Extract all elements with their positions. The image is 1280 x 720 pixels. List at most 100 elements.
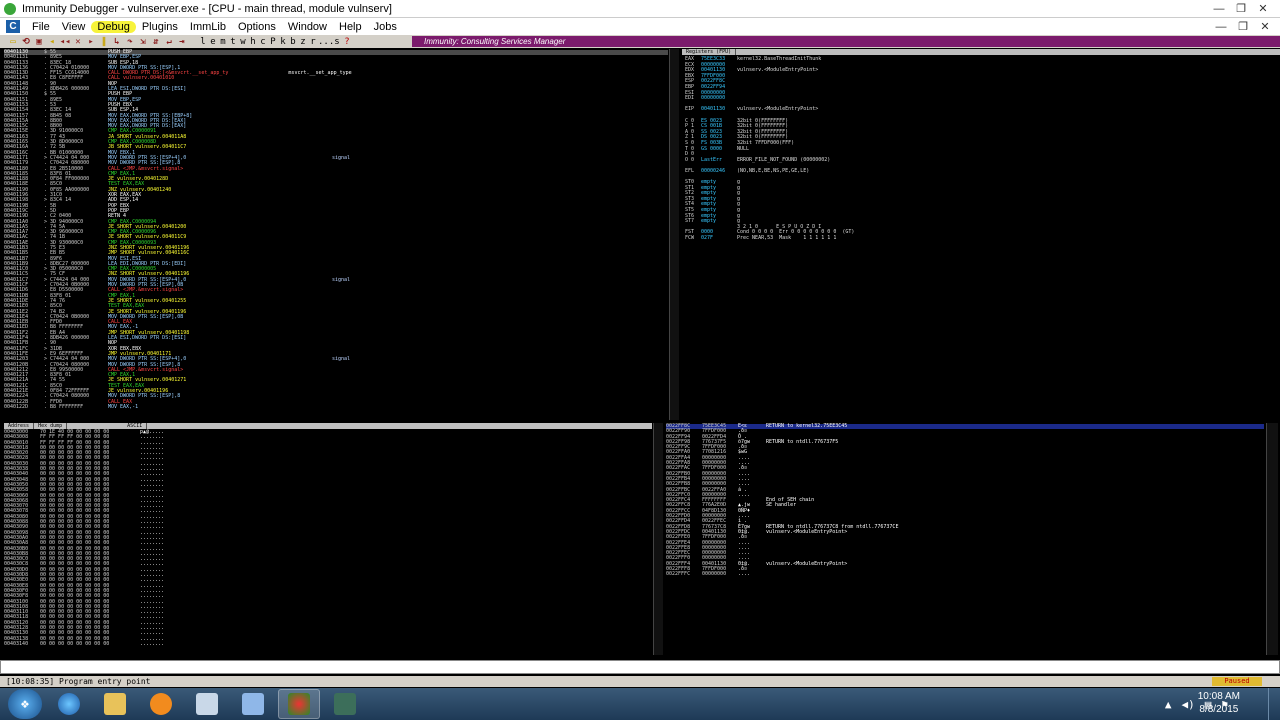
pause-icon[interactable]: ∥: [99, 37, 109, 47]
cpu-window-icon[interactable]: C: [6, 20, 20, 33]
register-comment: kernel32.BaseThreadInitThunk: [737, 56, 822, 62]
memory-dump-pane[interactable]: Address Hex dump ASCII 00403000 70 1E 40 …: [4, 423, 652, 655]
toolbar-memory-button[interactable]: m: [218, 37, 228, 47]
dump-row[interactable]: 00403140 00 00 00 00 00 00 00 00........: [4, 640, 652, 647]
trace-over-icon[interactable]: ⇵: [151, 37, 161, 47]
taskbar-media-player[interactable]: [140, 689, 182, 719]
toolbar-help-button[interactable]: ?: [342, 37, 352, 47]
disasm-address: 0040122D: [4, 403, 29, 410]
toolbar-log-button[interactable]: l: [198, 37, 208, 47]
taskbar-notepad[interactable]: [232, 689, 274, 719]
menu-options[interactable]: Options: [232, 21, 282, 33]
rewind-icon[interactable]: ◂: [47, 37, 57, 47]
status-message: [10:08:35] Program entry point: [6, 677, 151, 686]
menu-jobs[interactable]: Jobs: [368, 21, 403, 33]
menu-file[interactable]: File: [26, 21, 56, 33]
mdi-close-button[interactable]: ✕: [1254, 20, 1276, 34]
step-into-icon[interactable]: ↳: [112, 37, 122, 47]
toolbar-callstack-button[interactable]: k: [278, 37, 288, 47]
taskbar-immunity-debugger[interactable]: [278, 689, 320, 719]
register-value: 027F: [701, 235, 714, 241]
toolbar-windows-button[interactable]: w: [238, 37, 248, 47]
stack-scrollbar[interactable]: [1266, 423, 1278, 655]
stop-icon[interactable]: ✕: [73, 37, 83, 47]
menu-immlib[interactable]: ImmLib: [184, 21, 232, 33]
toolbar-patches-button[interactable]: P: [268, 37, 278, 47]
toolbar-z-button[interactable]: z: [298, 37, 308, 47]
internet-explorer-icon: [58, 693, 80, 715]
mdi-restore-button[interactable]: ❐: [1232, 20, 1254, 34]
stack-lines: 0022FF8C 75EE3C45 E<ε RETURN to kernel32.75…: [666, 423, 1264, 578]
close-button[interactable]: ✕: [1252, 2, 1274, 16]
toolbar-cpu-button[interactable]: c: [258, 37, 268, 47]
menu-debug[interactable]: Debug: [91, 20, 136, 33]
menu-bar: C File View Debug Plugins ImmLib Options…: [0, 18, 1280, 35]
registers-pane[interactable]: Registers (FPU) EAX 75EE3C33 kernel32.Base…: [682, 49, 1280, 420]
restart-icon[interactable]: ⟲: [21, 37, 31, 47]
stack-comment: RETURN to kernel32.75EE3C45: [766, 423, 848, 429]
stack-comment: RETURN to ntdll.776737F5: [766, 438, 839, 445]
disassembly-scrollbar[interactable]: [669, 49, 679, 420]
run-back-icon[interactable]: ◂◂: [60, 37, 71, 47]
show-desktop-button[interactable]: [1268, 688, 1280, 720]
dump-lines: 00403000 70 1E 40 00 00 00 00 00 p▲@..... 0…: [4, 429, 652, 647]
signal-label: signal: [332, 276, 351, 283]
window-controls: — ❐ ✕: [1208, 2, 1274, 16]
volume-icon[interactable]: ◀): [1182, 698, 1195, 711]
taskbar-vulnserver[interactable]: [324, 689, 366, 719]
minimize-button[interactable]: —: [1208, 2, 1230, 16]
toolbar-run-trace-button[interactable]: ...: [318, 37, 334, 47]
maximize-button[interactable]: ❐: [1230, 2, 1252, 16]
menu-window[interactable]: Window: [282, 21, 333, 33]
run-icon[interactable]: ▸: [86, 37, 96, 47]
stack-value: 00000000: [702, 571, 727, 578]
disasm-row[interactable]: 0040122D . B8 FFFFFFFF MOV EAX,-1: [4, 403, 668, 410]
stack-pane[interactable]: 0022FF8C 75EE3C45 E<ε RETURN to kernel32.75…: [666, 423, 1264, 655]
tray-expand-icon[interactable]: ▲: [1165, 698, 1172, 711]
toolbar-threads-button[interactable]: t: [228, 37, 238, 47]
command-input[interactable]: [0, 660, 1280, 674]
register-comment: vulnserv.<ModuleEntryPoint>: [737, 67, 819, 74]
stack-row[interactable]: 0022FFFC 00000000....: [666, 571, 1264, 578]
clock-date: 8/8/2015: [1199, 704, 1239, 715]
stack-ascii: ....: [738, 571, 751, 578]
registers-header: Registers (FPU): [686, 49, 737, 55]
toolbar-handles-button[interactable]: h: [248, 37, 258, 47]
disasm-hex: . B8 FFFFFFFF: [44, 403, 84, 410]
mdi-minimize-button[interactable]: —: [1210, 20, 1232, 34]
execute-till-return-icon[interactable]: ↵: [164, 37, 174, 47]
window-titlebar: Immunity Debugger - vulnserver.exe - [CP…: [0, 0, 1280, 18]
trace-into-icon[interactable]: ⇲: [138, 37, 148, 47]
register-comment: Prec NEAR,53 Mask 1 1 1 1 1 1: [737, 235, 837, 241]
console-window-icon: [334, 693, 356, 715]
menu-help[interactable]: Help: [333, 21, 368, 33]
open-file-icon[interactable]: ▭: [8, 37, 18, 47]
stack-address: 0022FFFC: [666, 571, 691, 578]
stack-comment: vulnserv.<ModuleEntryPoint>: [766, 560, 848, 567]
disassembly-lines: 00401130 $ 55 PUSH EBP 00401131. 89E5 MOV EB…: [4, 49, 668, 410]
disassembly-pane[interactable]: 00401130 $ 55 PUSH EBP 00401131. 89E5 MOV EB…: [4, 49, 668, 420]
dump-address: 00403140: [4, 640, 29, 647]
register-comment: (NO,NB,E,BE,NS,PE,GE,LE): [737, 167, 810, 174]
close-program-icon[interactable]: ▣: [34, 37, 44, 47]
windows-taskbar: ❖ ▲ ◀) ▤ ⚑ 10:08 AM 8/8/2015: [0, 688, 1280, 720]
toolbar-breakpoints-button[interactable]: b: [288, 37, 298, 47]
dump-scrollbar[interactable]: [653, 423, 663, 655]
disasm-instruction: MOV EAX,-1: [108, 403, 139, 410]
register-comment: ERROR_FILE_NOT_FOUND (00000002): [737, 156, 831, 163]
taskbar-internet-explorer[interactable]: [48, 689, 90, 719]
go-to-icon[interactable]: ⇥: [177, 37, 187, 47]
start-button[interactable]: ❖: [8, 689, 42, 719]
toolbar-references-button[interactable]: r: [308, 37, 318, 47]
step-over-icon[interactable]: ↷: [125, 37, 135, 47]
menu-view[interactable]: View: [56, 21, 92, 33]
toolbar-modules-button[interactable]: e: [208, 37, 218, 47]
taskbar-search-tool[interactable]: [186, 689, 228, 719]
clock-time: 10:08 AM: [1197, 691, 1240, 702]
register-name: FCW: [685, 235, 695, 241]
system-clock[interactable]: 10:08 AM 8/8/2015: [1198, 690, 1240, 716]
toolbar-source-button[interactable]: s: [332, 37, 342, 47]
register-row[interactable]: FCW 027F Prec NEAR,53 Mask 1 1 1 1 1 1: [685, 236, 1280, 242]
taskbar-file-explorer[interactable]: [94, 689, 136, 719]
menu-plugins[interactable]: Plugins: [136, 21, 184, 33]
